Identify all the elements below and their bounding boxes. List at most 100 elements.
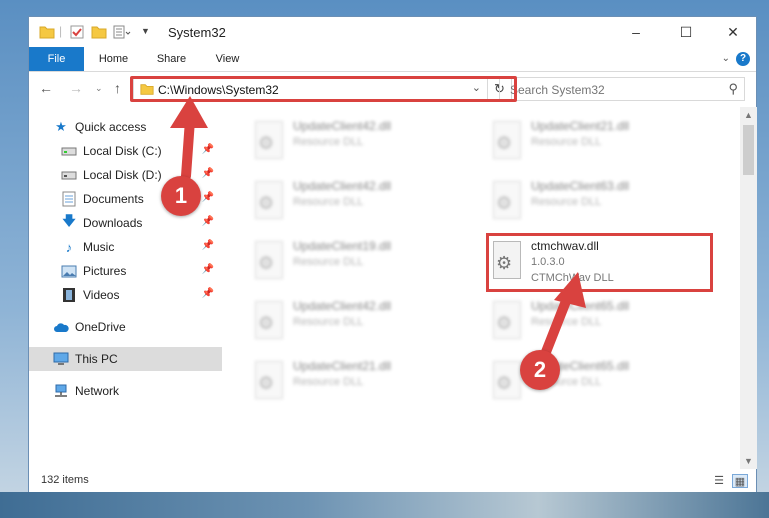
- scroll-down-icon[interactable]: ▼: [740, 453, 757, 469]
- sidebar-item-label: Downloads: [83, 216, 143, 230]
- sidebar-item-label: Local Disk (D:): [83, 168, 162, 182]
- dll-file-icon: ⚙: [493, 361, 521, 399]
- list-item[interactable]: ⚙ UpdateClient21.dll Resource DLL: [247, 357, 467, 411]
- file-name: UpdateClient42.dll: [293, 119, 392, 133]
- cloud-icon: [53, 319, 69, 335]
- pictures-icon: [61, 263, 77, 279]
- sidebar-item-label: Videos: [83, 288, 120, 302]
- pin-icon[interactable]: 📌: [202, 144, 214, 155]
- details-view-icon[interactable]: ☰: [711, 474, 727, 488]
- file-type: Resource DLL: [531, 316, 602, 328]
- tiles-view-icon[interactable]: ▦: [732, 474, 748, 488]
- sidebar-item-label: Music: [83, 240, 115, 254]
- file-name: UpdateClient42.dll: [293, 179, 392, 193]
- sidebar-item-quick-access[interactable]: ★ Quick access: [29, 115, 222, 139]
- file-type: Resource DLL: [293, 136, 364, 148]
- file-explorer-window: | ▼ System32 – ☐ ✕ File Home Share View …: [28, 16, 757, 492]
- address-bar-highlight: [130, 76, 517, 102]
- pin-icon[interactable]: 📌: [202, 264, 214, 275]
- list-item[interactable]: ⚙ UpdateClient42.dll Resource DLL: [247, 117, 467, 171]
- sidebar-item-label: Quick access: [75, 120, 147, 134]
- minimize-button[interactable]: –: [614, 17, 658, 47]
- file-type: Resource DLL: [293, 316, 364, 328]
- sidebar-item-pictures[interactable]: Pictures 📌: [29, 259, 222, 283]
- scroll-up-icon[interactable]: ▲: [740, 107, 757, 123]
- file-type: Resource DLL: [293, 256, 364, 268]
- title-bar: | ▼ System32 – ☐ ✕: [29, 17, 756, 47]
- sidebar-item-videos[interactable]: Videos 📌: [29, 283, 222, 307]
- drive-icon: [61, 143, 77, 159]
- back-arrow-icon[interactable]: ←: [39, 80, 53, 96]
- search-box[interactable]: ⚲: [499, 77, 745, 101]
- file-type: Resource DLL: [293, 376, 364, 388]
- dll-file-icon: ⚙: [255, 181, 283, 219]
- status-bar: 132 items ☰ ▦: [29, 469, 756, 492]
- dll-file-icon: ⚙: [255, 121, 283, 159]
- search-icon: ⚲: [728, 81, 738, 96]
- sidebar-item-label: OneDrive: [75, 320, 126, 334]
- search-input[interactable]: [508, 79, 722, 101]
- up-arrow-icon[interactable]: ↑: [114, 80, 121, 96]
- quick-access-dropdown-icon[interactable]: ▼: [141, 26, 150, 42]
- dll-file-icon: ⚙: [255, 361, 283, 399]
- step-1-badge: 1: [161, 176, 201, 216]
- pin-icon[interactable]: 📌: [202, 240, 214, 251]
- dll-file-icon: ⚙: [493, 181, 521, 219]
- tab-file[interactable]: File: [29, 47, 84, 71]
- sidebar-item-music[interactable]: ♪ Music 📌: [29, 235, 222, 259]
- file-name: UpdateClient42.dll: [293, 299, 392, 313]
- new-folder-icon[interactable]: [91, 24, 107, 40]
- sidebar-item-label: Local Disk (C:): [83, 144, 162, 158]
- help-icon[interactable]: ?: [736, 52, 750, 66]
- tab-share[interactable]: Share: [149, 47, 194, 71]
- recent-locations-icon[interactable]: ⌄: [95, 83, 103, 94]
- list-item[interactable]: ⚙ UpdateClient42.dll Resource DLL: [247, 177, 467, 231]
- pin-icon[interactable]: 📌: [202, 288, 214, 299]
- tab-home[interactable]: Home: [91, 47, 136, 71]
- pin-icon[interactable]: 📌: [202, 192, 214, 203]
- list-item[interactable]: ⚙ UpdateClient19.dll Resource DLL: [247, 237, 467, 291]
- sidebar-item-label: Network: [75, 384, 120, 398]
- music-icon: ♪: [65, 239, 73, 255]
- separator: |: [59, 24, 63, 38]
- maximize-button[interactable]: ☐: [664, 17, 708, 47]
- file-type: Resource DLL: [293, 196, 364, 208]
- desktop-background: [0, 492, 769, 518]
- sidebar-item-onedrive[interactable]: OneDrive: [29, 315, 222, 339]
- list-item[interactable]: ⚙ UpdateClient42.dll Resource DLL: [247, 297, 467, 351]
- file-name: UpdateClient65.dll: [531, 299, 630, 313]
- navigation-pane: ★ Quick access Local Disk (C:) 📌 Local D…: [29, 113, 222, 468]
- ribbon-tabs: File Home Share View ⌄ ?: [29, 47, 756, 72]
- sidebar-item-label: Documents: [83, 192, 144, 206]
- sidebar-item-this-pc[interactable]: This PC: [29, 347, 222, 371]
- dll-file-icon: ⚙: [493, 301, 521, 339]
- list-item[interactable]: ⚙ UpdateClient65.dll Resource DLL: [485, 297, 705, 351]
- item-count: 132 items: [41, 474, 89, 486]
- list-item[interactable]: ⚙ UpdateClient65.dll Resource DLL: [485, 357, 705, 411]
- file-highlight-box: [486, 233, 713, 292]
- documents-icon: [61, 191, 77, 207]
- sidebar-item-local-disk-c[interactable]: Local Disk (C:) 📌: [29, 139, 222, 163]
- list-item[interactable]: ⚙ UpdateClient63.dll Resource DLL: [485, 177, 705, 231]
- folder-icon: [39, 24, 55, 40]
- pin-icon[interactable]: 📌: [202, 216, 214, 227]
- vertical-scrollbar[interactable]: ▲ ▼: [740, 107, 757, 469]
- sidebar-item-downloads[interactable]: 🡇 Downloads 📌: [29, 211, 222, 235]
- pin-icon[interactable]: 📌: [202, 168, 214, 179]
- sidebar-item-label: Pictures: [83, 264, 127, 278]
- close-button[interactable]: ✕: [711, 17, 755, 47]
- star-icon: ★: [55, 119, 67, 134]
- customize-toolbar-icon[interactable]: [113, 24, 131, 40]
- properties-icon[interactable]: [69, 24, 85, 40]
- file-type: Resource DLL: [531, 196, 602, 208]
- dll-file-icon: ⚙: [493, 121, 521, 159]
- tab-view[interactable]: View: [205, 47, 250, 71]
- forward-arrow-icon[interactable]: →: [69, 80, 83, 96]
- expand-ribbon-icon[interactable]: ⌄: [722, 53, 730, 64]
- scroll-thumb[interactable]: [743, 125, 754, 175]
- drive-icon: [61, 167, 77, 183]
- dll-file-icon: ⚙: [255, 241, 283, 279]
- sidebar-item-network[interactable]: Network: [29, 379, 222, 403]
- dll-file-icon: ⚙: [255, 301, 283, 339]
- list-item[interactable]: ⚙ UpdateClient21.dll Resource DLL: [485, 117, 705, 171]
